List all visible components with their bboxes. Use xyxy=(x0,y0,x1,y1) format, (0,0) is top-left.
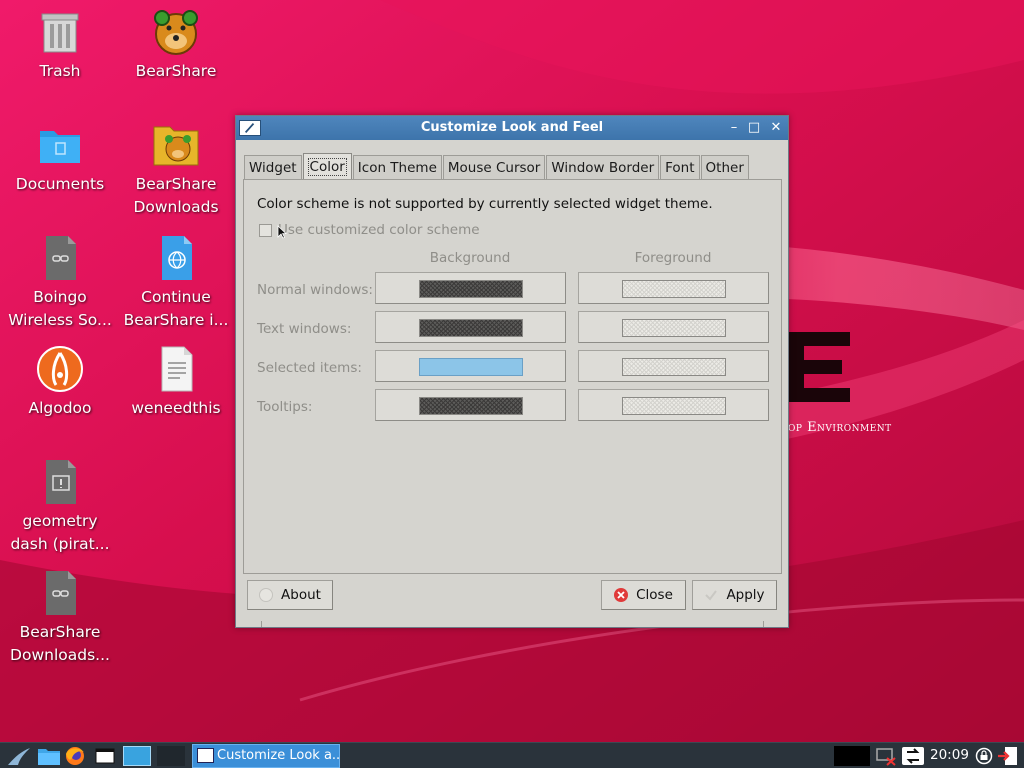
desktop-icon-algodoo[interactable]: Algodoo xyxy=(2,345,118,420)
folder-icon xyxy=(36,121,84,169)
background-column-header: Background xyxy=(429,250,511,266)
link-file-icon xyxy=(36,234,84,282)
normal-windows-fg-button[interactable] xyxy=(578,272,769,304)
color-swatch xyxy=(622,397,726,415)
network-disconnected-icon[interactable] xyxy=(875,746,897,766)
selected-items-bg-button[interactable] xyxy=(375,350,566,382)
minimize-button[interactable]: – xyxy=(725,119,743,137)
tab-widget[interactable]: Widget xyxy=(244,155,302,180)
selected-items-fg-button[interactable] xyxy=(578,350,769,382)
color-swatch xyxy=(622,358,726,376)
start-menu-icon[interactable] xyxy=(6,746,32,766)
desktop-icon-label: BearShare xyxy=(135,62,217,80)
wallpaper-logo-letter xyxy=(785,332,850,402)
desktop-icon-label: geometry dash (pirat... xyxy=(10,512,110,553)
desktop-icon-label: Documents xyxy=(15,175,105,193)
desktop-icon-label: weneedthis xyxy=(131,399,221,417)
normal-windows-label: Normal windows: xyxy=(257,282,373,298)
algodoo-icon xyxy=(36,345,84,393)
custom-color-scheme-checkbox[interactable] xyxy=(259,223,272,237)
tooltips-bg-button[interactable] xyxy=(375,389,566,421)
file-manager-icon[interactable] xyxy=(37,746,61,766)
text-windows-label: Text windows: xyxy=(257,321,352,337)
desktop-icon-geometry-dash[interactable]: geometry dash (pirat... xyxy=(2,458,118,556)
desktop-icon-label: BearShare Downloads xyxy=(133,175,219,216)
desktop-icon-weneedthis[interactable]: weneedthis xyxy=(118,345,234,420)
window-bottom-edge xyxy=(261,621,764,627)
close-window-button[interactable]: ✕ xyxy=(767,119,785,137)
close-button[interactable]: Close xyxy=(601,580,686,610)
desktop-icon-label: Continue BearShare i... xyxy=(123,288,229,329)
lock-screen-icon[interactable] xyxy=(974,746,994,766)
clock[interactable]: 20:09 xyxy=(930,747,969,763)
desktop-icon-bearshare-downloads-link[interactable]: BearShare Downloads... xyxy=(2,569,118,667)
desktop-icon-documents[interactable]: Documents xyxy=(2,121,118,196)
tab-other[interactable]: Other xyxy=(700,155,749,180)
custom-color-scheme-row[interactable]: Use customized color scheme xyxy=(259,222,480,238)
app-icon xyxy=(197,748,214,763)
desktop-icon-label: BearShare Downloads... xyxy=(10,623,110,664)
firefox-icon[interactable] xyxy=(64,746,86,766)
tab-bar: Widget Color Icon Theme Mouse Cursor Win… xyxy=(244,153,750,180)
desktop-icon-bearshare[interactable]: BearShare xyxy=(118,8,234,83)
text-file-icon xyxy=(152,345,200,393)
taskbar: Customize Look a... 20:09 xyxy=(0,742,1024,768)
color-swatch xyxy=(622,319,726,337)
workspace-1-button[interactable] xyxy=(123,746,151,766)
desktop-icon-label: Algodoo xyxy=(28,399,92,417)
window-title: Customize Look and Feel xyxy=(420,120,604,135)
color-swatch xyxy=(419,358,523,376)
workspace-2-button[interactable] xyxy=(157,746,185,766)
color-swatch xyxy=(419,397,523,415)
checkmark-icon xyxy=(704,588,718,602)
selected-items-label: Selected items: xyxy=(257,360,362,376)
tooltips-fg-button[interactable] xyxy=(578,389,769,421)
about-button[interactable]: About xyxy=(247,580,333,610)
color-swatch xyxy=(419,280,523,298)
tab-color[interactable]: Color xyxy=(302,153,352,180)
exec-file-icon xyxy=(36,458,84,506)
wallpaper-logo-text: op Environment xyxy=(788,420,892,435)
show-desktop-icon[interactable] xyxy=(94,746,116,766)
customize-look-and-feel-window: Customize Look and Feel – □ ✕ Widget Col… xyxy=(235,115,789,628)
tab-window-border[interactable]: Window Border xyxy=(546,155,660,180)
desktop-icon-trash[interactable]: Trash xyxy=(2,8,118,83)
bearshare-icon xyxy=(152,8,200,56)
bearshare-folder-icon xyxy=(152,121,200,169)
normal-windows-bg-button[interactable] xyxy=(375,272,566,304)
color-swatch xyxy=(622,280,726,298)
close-icon xyxy=(614,588,629,602)
taskbar-window-customize[interactable]: Customize Look a... xyxy=(192,744,340,768)
maximize-button[interactable]: □ xyxy=(745,119,763,137)
desktop-icon-continue-bearshare[interactable]: Continue BearShare i... xyxy=(118,234,234,332)
tab-icon-theme[interactable]: Icon Theme xyxy=(352,155,442,180)
text-windows-fg-button[interactable] xyxy=(578,311,769,343)
color-swatch xyxy=(419,319,523,337)
foreground-column-header: Foreground xyxy=(634,250,712,266)
trash-icon xyxy=(36,8,84,56)
text-windows-bg-button[interactable] xyxy=(375,311,566,343)
switch-user-icon[interactable] xyxy=(901,746,925,766)
link-file-icon xyxy=(36,569,84,617)
tab-mouse-cursor[interactable]: Mouse Cursor xyxy=(442,155,546,180)
tooltips-label: Tooltips: xyxy=(257,399,313,415)
window-titlebar[interactable]: Customize Look and Feel – □ ✕ xyxy=(236,116,788,140)
desktop-icon-boingo[interactable]: Boingo Wireless So... xyxy=(2,234,118,332)
web-file-icon xyxy=(152,234,200,282)
logout-icon[interactable] xyxy=(997,746,1019,766)
color-scheme-notice: Color scheme is not supported by current… xyxy=(257,196,713,212)
apply-button[interactable]: Apply xyxy=(692,580,777,610)
color-tab-panel: Color scheme is not supported by current… xyxy=(243,179,782,574)
info-icon xyxy=(259,588,274,602)
desktop-icon-bearshare-downloads[interactable]: BearShare Downloads xyxy=(118,121,234,219)
desktop-icon-label: Boingo Wireless So... xyxy=(8,288,112,329)
tab-font[interactable]: Font xyxy=(660,155,700,180)
cpu-monitor[interactable] xyxy=(834,746,870,766)
mouse-pointer-icon xyxy=(277,225,287,239)
desktop-icon-label: Trash xyxy=(39,62,81,80)
custom-color-scheme-label: Use customized color scheme xyxy=(278,222,480,238)
